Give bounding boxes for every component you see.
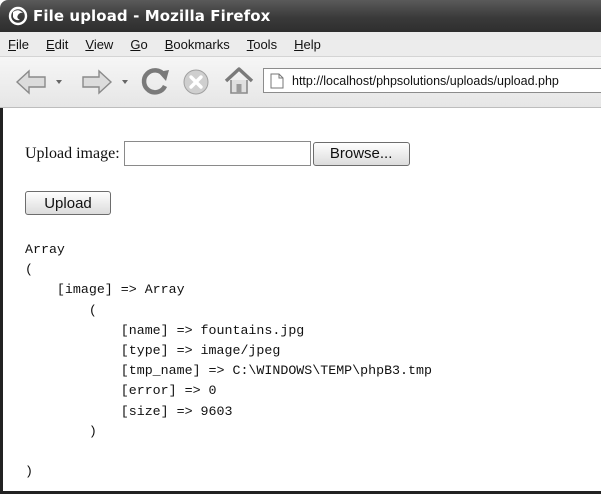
forward-dropdown-icon[interactable] [122, 80, 128, 84]
back-dropdown-icon[interactable] [56, 80, 62, 84]
stop-icon[interactable] [182, 68, 210, 96]
reload-icon[interactable] [138, 66, 172, 98]
menu-help-label: elp [303, 36, 321, 52]
upload-image-label: Upload image: [25, 144, 120, 162]
menu-edit-mnemonic: E [45, 36, 55, 52]
upload-button[interactable]: Upload [25, 191, 111, 215]
output-line: [type] => image/jpeg [25, 343, 281, 359]
page-content: Upload image: Browse... Upload Array ( [i… [0, 108, 601, 494]
back-arrow-icon[interactable] [15, 68, 47, 96]
url-text: http://localhost/phpsolutions/uploads/up… [292, 73, 559, 88]
menu-edit-label: dit [54, 36, 69, 52]
output-line: ( [25, 262, 33, 278]
forward-arrow-icon[interactable] [81, 68, 113, 96]
menu-go[interactable]: Go [130, 37, 147, 52]
output-line: Array [25, 242, 65, 257]
output-line: ( [25, 302, 97, 318]
menu-view-label: iew [93, 36, 114, 52]
navigation-toolbar: http://localhost/phpsolutions/uploads/up… [0, 57, 601, 108]
output-line: [size] => 9603 [25, 403, 233, 419]
menu-bookmarks[interactable]: Bookmarks [165, 37, 230, 52]
menu-tools[interactable]: Tools [247, 37, 277, 52]
menu-file[interactable]: File [8, 37, 29, 52]
title-bar[interactable]: File upload - Mozilla Firefox [0, 0, 601, 32]
output-line: ) [25, 464, 33, 480]
url-bar[interactable]: http://localhost/phpsolutions/uploads/up… [263, 68, 601, 93]
menu-go-label: o [140, 36, 148, 52]
file-path-input[interactable] [123, 141, 311, 166]
menu-bar: File Edit View Go Bookmarks Tools Help [0, 32, 601, 57]
firefox-icon [8, 6, 28, 26]
menu-edit[interactable]: Edit [46, 37, 68, 52]
menu-view-mnemonic: V [85, 36, 94, 52]
output-line: [name] => fountains.jpg [25, 322, 305, 338]
menu-tools-label: ools [253, 36, 278, 52]
menu-bookmarks-label: ookmarks [173, 36, 230, 52]
output-line: [tmp_name] => C:\WINDOWS\TEMP\phpB3.tmp [25, 363, 432, 379]
output-line: ) [25, 423, 97, 439]
menu-help[interactable]: Help [294, 37, 321, 52]
page-icon [270, 73, 284, 88]
browse-button[interactable]: Browse... [312, 141, 410, 166]
output-line: [error] => 0 [25, 383, 217, 399]
print-r-output: Array ( [image] => Array ( [name] => foun… [25, 240, 432, 482]
upload-form-row: Upload image: Browse... [25, 141, 410, 166]
output-line: [image] => Array [25, 282, 185, 298]
home-icon[interactable] [223, 65, 255, 97]
menu-file-label: ile [15, 36, 29, 52]
browser-window: File upload - Mozilla Firefox File Edit … [0, 0, 601, 494]
menu-file-mnemonic: F [8, 36, 16, 52]
window-title: File upload - Mozilla Firefox [33, 7, 271, 25]
menu-view[interactable]: View [85, 37, 113, 52]
menu-go-mnemonic: G [130, 36, 141, 52]
